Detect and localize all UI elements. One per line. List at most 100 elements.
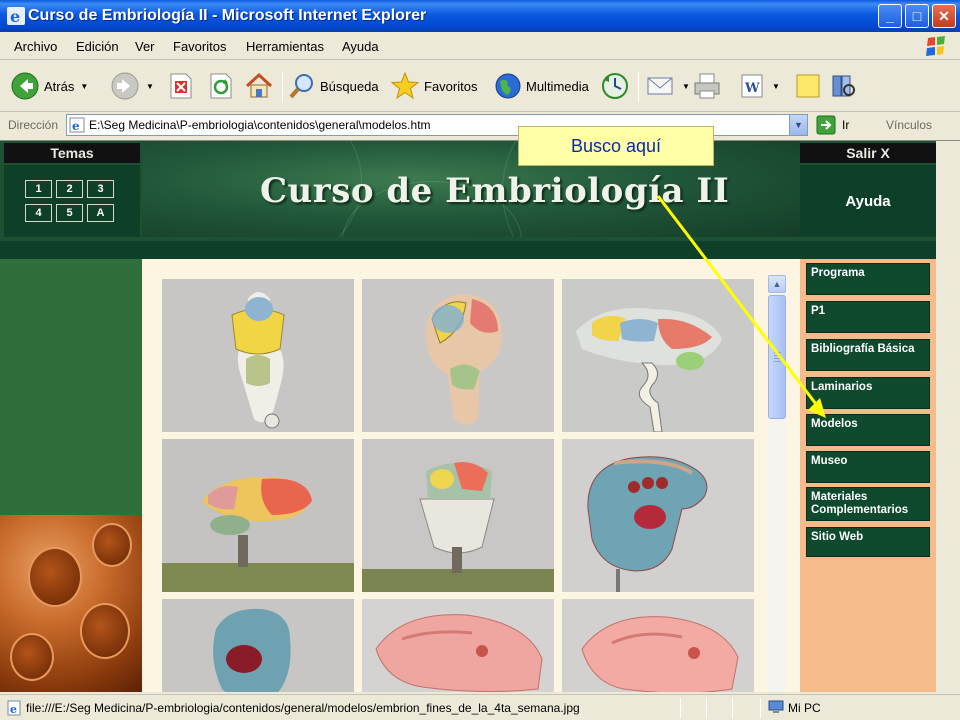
svg-text:e: e xyxy=(10,7,20,26)
topic-button-4[interactable]: 4 xyxy=(25,204,52,222)
nav-programa[interactable]: Programa xyxy=(806,263,930,295)
computer-icon xyxy=(768,700,784,713)
model-photo xyxy=(562,279,754,432)
nav-museo[interactable]: Museo xyxy=(806,451,930,483)
menu-archivo[interactable]: Archivo xyxy=(14,39,57,54)
mail-icon xyxy=(647,77,673,95)
page-viewport: Temas 1 2 3 4 5 A Curso de Embriología I… xyxy=(0,140,960,692)
nav-label: Programa xyxy=(811,267,865,279)
menu-herramientas[interactable]: Herramientas xyxy=(246,39,324,54)
scroll-grip xyxy=(774,355,781,356)
nav-sitio-web[interactable]: Sitio Web xyxy=(806,527,930,557)
gallery-image[interactable] xyxy=(162,599,354,692)
right-navigation: Programa P1 Bibliografía Básica Laminari… xyxy=(800,259,936,692)
gallery-image[interactable] xyxy=(162,279,354,432)
status-separator xyxy=(706,698,707,718)
gallery-image[interactable] xyxy=(362,439,554,592)
forward-dropdown-icon[interactable]: ▼ xyxy=(146,82,154,91)
menu-ayuda[interactable]: Ayuda xyxy=(342,39,379,54)
page-title: Curso de Embriología II xyxy=(260,171,730,211)
nav-bibliografia[interactable]: Bibliografía Básica xyxy=(806,339,930,371)
model-photo xyxy=(162,599,354,692)
search-icon xyxy=(289,74,313,99)
gallery-image[interactable] xyxy=(162,439,354,592)
salir-button[interactable]: Salir X xyxy=(800,143,936,163)
history-button[interactable] xyxy=(600,68,630,104)
media-label: Multimedia xyxy=(526,78,589,94)
go-button[interactable]: Ir xyxy=(842,118,849,132)
title-bar[interactable]: e Curso de Embriología II - Microsoft In… xyxy=(0,0,960,32)
go-arrow-icon[interactable] xyxy=(816,115,836,135)
gallery-image[interactable] xyxy=(562,599,754,692)
back-dropdown-icon[interactable]: ▼ xyxy=(80,82,88,91)
content-scrollbar[interactable]: ▲ xyxy=(768,275,786,692)
status-bar: e file:///E:/Seg Medicina/P-embriologia/… xyxy=(0,694,960,720)
gallery-image[interactable] xyxy=(362,279,554,432)
nav-label: Laminarios xyxy=(811,381,873,393)
nav-laminarios[interactable]: Laminarios xyxy=(806,377,930,409)
scroll-grip xyxy=(774,352,781,353)
left-column xyxy=(0,259,142,515)
model-photo xyxy=(562,599,754,692)
ayuda-button[interactable]: Ayuda xyxy=(800,193,936,210)
stop-button[interactable] xyxy=(168,68,194,104)
links-button[interactable]: Vínculos xyxy=(886,118,932,132)
nav-modelos[interactable]: Modelos xyxy=(806,414,930,446)
embryo-cells-photo xyxy=(0,515,142,692)
search-button[interactable]: Búsqueda xyxy=(288,68,379,104)
research-icon xyxy=(832,75,855,97)
status-separator xyxy=(760,698,761,718)
nav-label: Museo xyxy=(811,455,848,467)
gallery-image[interactable] xyxy=(562,279,754,432)
edit-word-button[interactable]: W ▼ xyxy=(738,68,780,104)
toolbar-separator xyxy=(638,72,639,102)
back-arrow-icon xyxy=(11,72,39,100)
forward-button[interactable]: ▼ xyxy=(110,68,154,104)
header-divider xyxy=(0,241,960,259)
favorites-button[interactable]: Favoritos xyxy=(390,68,477,104)
minimize-button[interactable]: _ xyxy=(878,4,902,28)
topic-button-a[interactable]: A xyxy=(87,204,114,222)
mail-button[interactable]: ▼ xyxy=(646,68,690,104)
windows-flag-icon xyxy=(926,36,945,56)
model-photo xyxy=(562,439,754,592)
nav-label: Bibliografía Básica xyxy=(811,343,915,355)
mail-dropdown-icon[interactable]: ▼ xyxy=(682,82,690,91)
edit-dropdown-icon[interactable]: ▼ xyxy=(772,82,780,91)
nav-label: Sitio Web xyxy=(811,531,864,543)
site-header: Temas 1 2 3 4 5 A Curso de Embriología I… xyxy=(0,141,960,241)
back-button[interactable]: Atrás ▼ xyxy=(10,68,88,104)
maximize-button[interactable]: □ xyxy=(905,4,929,28)
scroll-up-arrow-icon[interactable]: ▲ xyxy=(768,275,786,293)
nav-p1[interactable]: P1 xyxy=(806,301,930,333)
scroll-thumb[interactable] xyxy=(768,295,786,419)
gallery-image[interactable] xyxy=(362,599,554,692)
browser-window: e Curso de Embriología II - Microsoft In… xyxy=(0,0,960,720)
topic-button-3[interactable]: 3 xyxy=(87,180,114,198)
media-button[interactable]: Multimedia xyxy=(494,68,589,104)
close-button[interactable]: ✕ xyxy=(932,4,956,28)
nav-label: P1 xyxy=(811,305,826,317)
topic-button-2[interactable]: 2 xyxy=(56,180,83,198)
address-bar: Dirección e E:\Seg Medicina\P-embriologi… xyxy=(0,112,960,138)
topic-button-1[interactable]: 1 xyxy=(25,180,52,198)
menu-favoritos[interactable]: Favoritos xyxy=(173,39,226,54)
gallery-image[interactable] xyxy=(562,439,754,592)
print-button[interactable] xyxy=(692,68,722,104)
address-label: Dirección xyxy=(8,118,59,132)
topic-button-5[interactable]: 5 xyxy=(56,204,83,222)
status-separator xyxy=(680,698,681,718)
photo-cell xyxy=(28,547,82,607)
home-button[interactable] xyxy=(244,68,274,104)
nav-materiales[interactable]: Materiales Complementarios xyxy=(806,487,930,521)
refresh-button[interactable] xyxy=(208,68,234,104)
menu-ver[interactable]: Ver xyxy=(135,39,155,54)
status-separator xyxy=(732,698,733,718)
research-button[interactable] xyxy=(830,68,858,104)
menu-edicion[interactable]: Edición xyxy=(76,39,119,54)
photo-cell xyxy=(80,603,130,659)
window-title: Curso de Embriología II - Microsoft Inte… xyxy=(28,7,427,24)
window-edge xyxy=(936,141,960,692)
address-dropdown-icon[interactable]: ▼ xyxy=(789,115,807,135)
discuss-button[interactable] xyxy=(794,68,822,104)
